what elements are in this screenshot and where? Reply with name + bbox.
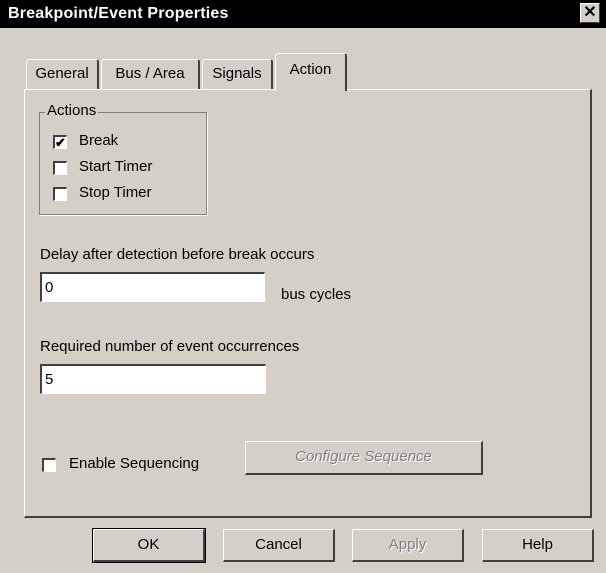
cancel-button[interactable]: Cancel: [223, 529, 335, 562]
tab-general-label: General: [35, 65, 89, 82]
occurrences-input[interactable]: 5: [40, 364, 266, 394]
enable-sequencing-checkbox[interactable]: [42, 458, 56, 472]
delay-unit-label: bus cycles: [281, 286, 352, 303]
apply-button[interactable]: Apply: [352, 529, 464, 562]
enable-sequencing-label: Enable Sequencing: [69, 455, 200, 472]
stop-timer-checkbox[interactable]: [53, 187, 67, 201]
tab-signals-label: Signals: [212, 65, 262, 82]
tab-action-label: Action: [289, 61, 332, 78]
configure-sequence-button[interactable]: Configure Sequence: [245, 441, 483, 475]
delay-label: Delay after detection before break occur…: [40, 246, 315, 263]
close-button[interactable]: ✕: [580, 3, 600, 23]
start-timer-checkbox[interactable]: [53, 161, 67, 175]
delay-input[interactable]: 0: [40, 272, 265, 302]
start-timer-checkbox-label: Start Timer: [79, 158, 153, 175]
actions-group-legend: Actions: [45, 102, 99, 119]
close-icon: ✕: [583, 4, 597, 21]
help-button[interactable]: Help: [482, 529, 594, 562]
break-checkbox-label: Break: [79, 132, 119, 149]
tab-bus-area[interactable]: Bus / Area: [101, 59, 200, 90]
break-checkbox[interactable]: ✔: [53, 135, 67, 149]
window-title: Breakpoint/Event Properties: [8, 5, 229, 22]
tab-general[interactable]: General: [26, 59, 99, 90]
tab-signals[interactable]: Signals: [202, 59, 273, 90]
tab-action[interactable]: Action: [275, 53, 347, 91]
occurrences-label: Required number of event occurrences: [40, 338, 300, 355]
check-icon: ✔: [55, 135, 66, 150]
title-bar: Breakpoint/Event Properties ✕: [0, 0, 606, 28]
stop-timer-checkbox-label: Stop Timer: [79, 184, 152, 201]
ok-button[interactable]: OK: [92, 528, 206, 563]
tab-bus-area-label: Bus / Area: [115, 65, 185, 82]
